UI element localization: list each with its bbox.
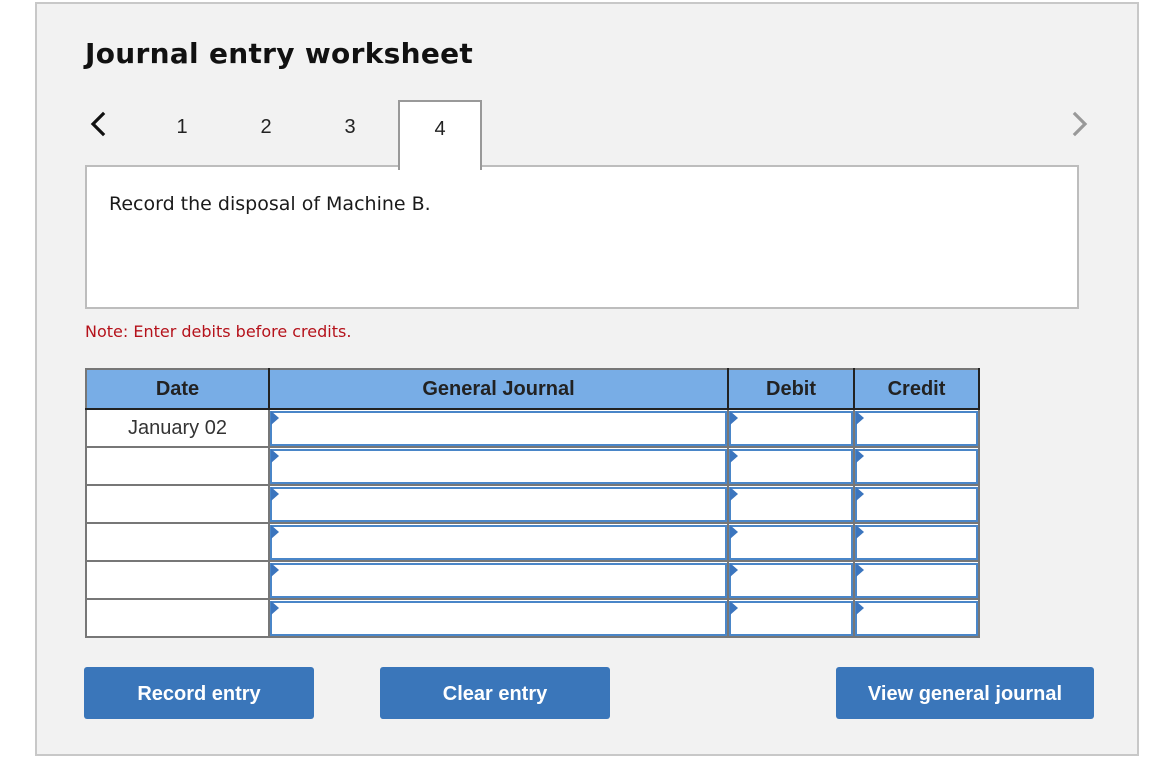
table-row (85, 522, 980, 562)
account-input[interactable] (270, 600, 727, 636)
debit-input[interactable] (729, 486, 853, 522)
dropdown-flag-icon (856, 562, 864, 577)
debit-input[interactable] (729, 524, 853, 560)
tab-label: 4 (434, 118, 446, 140)
dropdown-flag-icon (730, 562, 738, 577)
record-entry-button[interactable]: Record entry (84, 667, 314, 719)
dropdown-flag-icon (271, 600, 279, 615)
dropdown-flag-icon (271, 524, 279, 539)
table-row (85, 446, 980, 486)
header-credit: Credit (853, 368, 980, 410)
date-cell (85, 522, 270, 562)
dropdown-flag-icon (730, 410, 738, 425)
dropdown-flag-icon (856, 600, 864, 615)
date-cell: January 02 (85, 408, 270, 448)
dropdown-flag-icon (730, 486, 738, 501)
table-row (85, 484, 980, 524)
chevron-right-icon (1072, 111, 1088, 137)
prompt-box: Record the disposal of Machine B. (85, 165, 1079, 309)
dropdown-flag-icon (856, 486, 864, 501)
credit-input[interactable] (855, 448, 978, 484)
journal-table: Date General Journal Debit Credit Januar… (85, 368, 980, 638)
next-button[interactable] (1067, 108, 1091, 140)
dropdown-flag-icon (730, 524, 738, 539)
account-input[interactable] (270, 486, 727, 522)
credit-input[interactable] (855, 486, 978, 522)
table-row (85, 560, 980, 600)
debit-input[interactable] (729, 448, 853, 484)
journal-worksheet-panel: Journal entry worksheet 1 2 3 4 Record t… (35, 2, 1139, 756)
tab-label: 2 (260, 116, 272, 138)
tab-label: 3 (344, 116, 356, 138)
date-cell (85, 484, 270, 524)
account-input[interactable] (270, 448, 727, 484)
debit-input[interactable] (729, 410, 853, 446)
credit-input[interactable] (855, 562, 978, 598)
dropdown-flag-icon (271, 562, 279, 577)
date-cell (85, 446, 270, 486)
credit-input[interactable] (855, 410, 978, 446)
debit-input[interactable] (729, 562, 853, 598)
dropdown-flag-icon (856, 448, 864, 463)
credit-input[interactable] (855, 600, 978, 636)
dropdown-flag-icon (271, 486, 279, 501)
tab-4[interactable]: 4 (398, 100, 482, 170)
page-title: Journal entry worksheet (85, 37, 474, 70)
date-cell (85, 598, 270, 638)
dropdown-flag-icon (730, 600, 738, 615)
header-debit: Debit (727, 368, 855, 410)
tab-2[interactable]: 2 (224, 100, 308, 170)
prev-button[interactable] (87, 108, 111, 140)
credit-input[interactable] (855, 524, 978, 560)
dropdown-flag-icon (856, 524, 864, 539)
account-input[interactable] (270, 410, 727, 446)
tab-1[interactable]: 1 (140, 100, 224, 170)
chevron-left-icon (90, 111, 106, 137)
prompt-text: Record the disposal of Machine B. (109, 193, 431, 215)
tab-label: 1 (176, 116, 188, 138)
table-row (85, 598, 980, 638)
header-date: Date (85, 368, 270, 410)
debit-input[interactable] (729, 600, 853, 636)
dropdown-flag-icon (271, 448, 279, 463)
view-general-journal-button[interactable]: View general journal (836, 667, 1094, 719)
table-header-row: Date General Journal Debit Credit (85, 368, 980, 410)
clear-entry-button[interactable]: Clear entry (380, 667, 610, 719)
tab-3[interactable]: 3 (308, 100, 392, 170)
dropdown-flag-icon (730, 448, 738, 463)
date-cell (85, 560, 270, 600)
header-general-journal: General Journal (268, 368, 729, 410)
dropdown-flag-icon (856, 410, 864, 425)
dropdown-flag-icon (271, 410, 279, 425)
account-input[interactable] (270, 524, 727, 560)
note-text: Note: Enter debits before credits. (85, 322, 352, 341)
account-input[interactable] (270, 562, 727, 598)
table-row: January 02 (85, 408, 980, 448)
